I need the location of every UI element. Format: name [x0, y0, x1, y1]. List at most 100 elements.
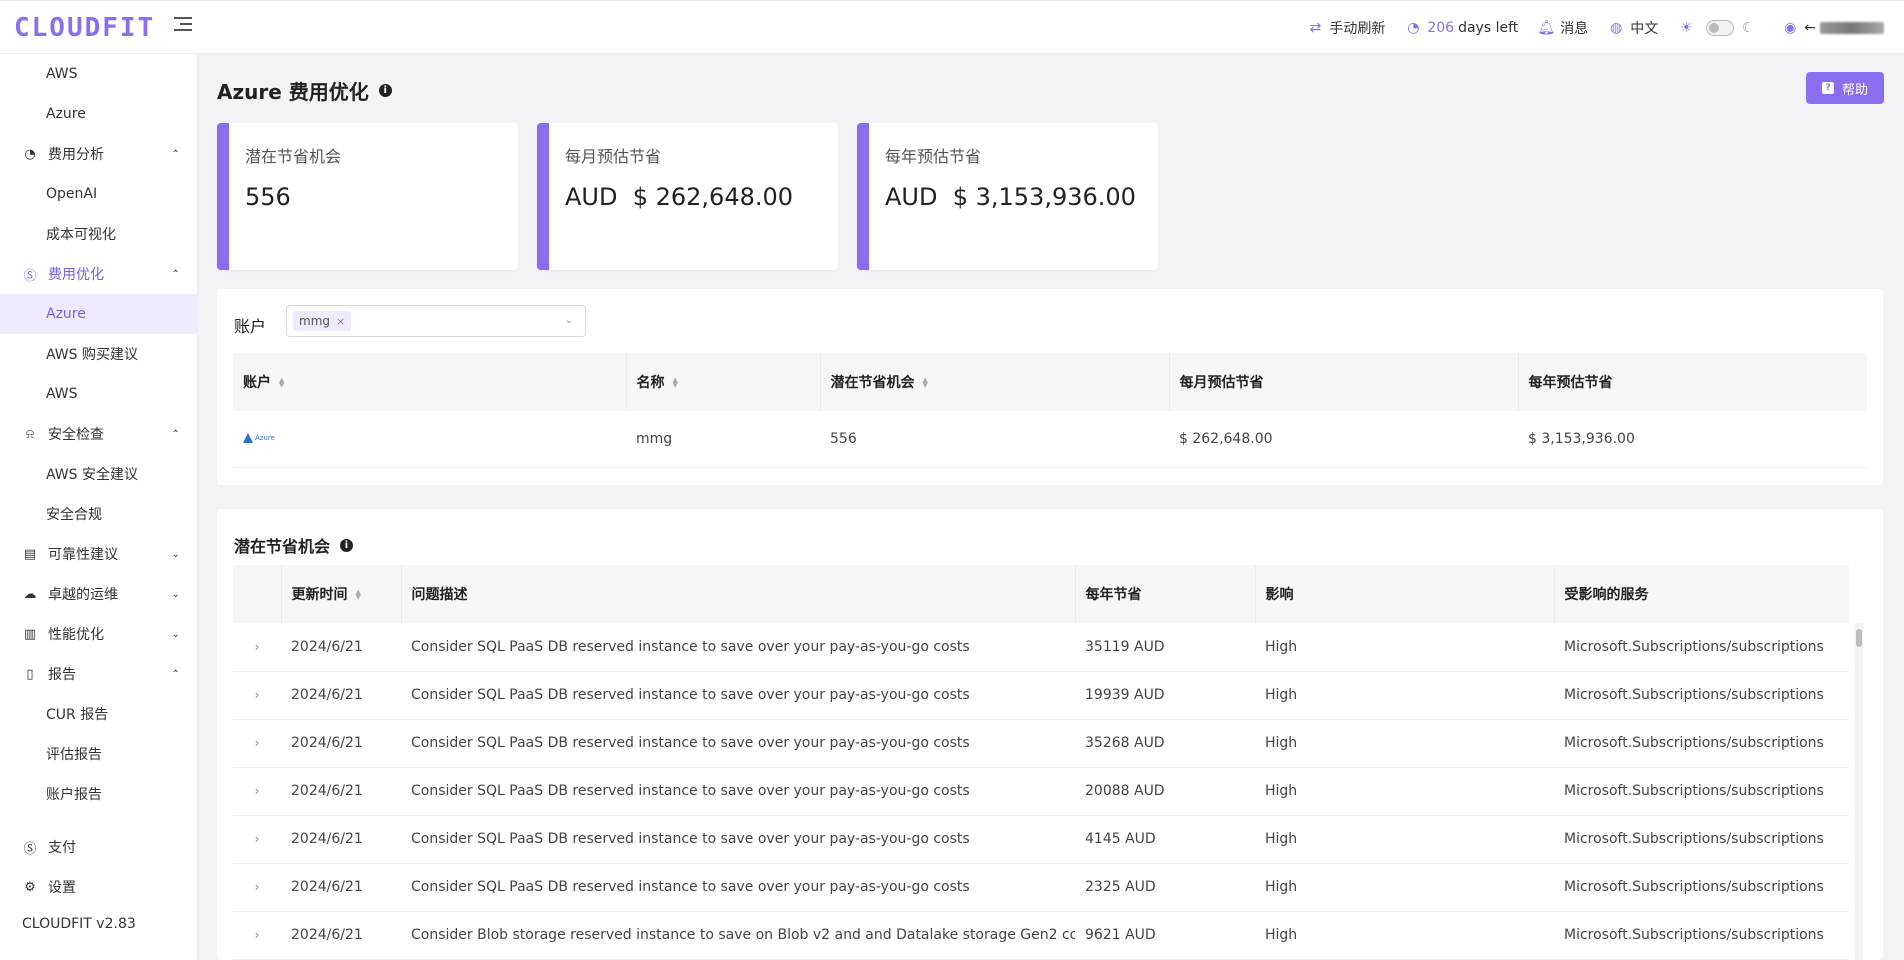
- user-menu[interactable]: ◉ ←: [1782, 20, 1884, 36]
- sidebar-item-cost-visualization[interactable]: 成本可视化: [0, 214, 198, 254]
- table-row[interactable]: › 2024/6/21 Consider SQL PaaS DB reserve…: [233, 719, 1849, 768]
- sidebar-item-label: 费用分析: [48, 147, 104, 163]
- sidebar-item-settings[interactable]: ⚙ 设置: [0, 867, 198, 907]
- impact-cell: High: [1255, 623, 1554, 672]
- sidebar-item-aws-purchase[interactable]: AWS 购买建议: [0, 334, 198, 374]
- azure-logo: Azure: [243, 432, 275, 443]
- column-header-service: 受影响的服务: [1554, 565, 1849, 623]
- manual-refresh-button[interactable]: ⇄ 手动刷新: [1307, 18, 1385, 38]
- table-row[interactable]: › 2024/6/21 Consider SQL PaaS DB reserve…: [233, 815, 1849, 864]
- sidebar-item-compliance[interactable]: 安全合规: [0, 494, 198, 534]
- sidebar-item-payment[interactable]: Ⓢ 支付: [0, 827, 198, 867]
- sidebar-group-performance[interactable]: ▥ 性能优化 ⌄: [0, 614, 198, 654]
- date-cell: 2024/6/21: [281, 671, 401, 720]
- help-button[interactable]: ? 帮助: [1806, 72, 1884, 104]
- header-label: 问题描述: [411, 587, 468, 603]
- description-cell: Consider Blob storage reserved instance …: [401, 911, 1075, 960]
- sidebar-item-aws-security[interactable]: AWS 安全建议: [0, 454, 198, 494]
- sidebar-group-operations[interactable]: ☁ 卓越的运维 ⌄: [0, 574, 198, 614]
- saving-cell: 35119 AUD: [1075, 623, 1255, 672]
- expand-row-icon[interactable]: ›: [233, 767, 281, 816]
- table-row[interactable]: › 2024/6/21 Consider SQL PaaS DB reserve…: [233, 767, 1849, 816]
- chevron-up-icon: ⌃: [171, 668, 180, 680]
- date-cell: 2024/6/21: [281, 911, 401, 960]
- sidebar-item-openai[interactable]: OpenAI: [0, 174, 198, 214]
- sort-icon[interactable]: ▲ ▼: [673, 377, 678, 389]
- date-cell: 2024/6/21: [281, 815, 401, 864]
- saving-cell: 9621 AUD: [1075, 911, 1255, 960]
- sort-icon[interactable]: ▲ ▼: [923, 377, 928, 389]
- column-header-yearly: 每年预估节省: [1518, 353, 1867, 411]
- sort-icon[interactable]: ▲ ▼: [279, 377, 284, 389]
- sidebar-group-cost-optimization[interactable]: Ⓢ 费用优化 ⌃: [0, 254, 198, 294]
- sidebar-group-cost-analysis[interactable]: ◔ 费用分析 ⌃: [0, 134, 198, 174]
- expand-row-icon[interactable]: ›: [233, 911, 281, 960]
- info-icon[interactable]: i: [340, 538, 354, 552]
- theme-switch[interactable]: ☀ ☾: [1678, 20, 1762, 36]
- table-row[interactable]: › 2024/6/21 Consider SQL PaaS DB reserve…: [233, 671, 1849, 720]
- column-header-yearly-saving: 每年节省: [1075, 565, 1256, 623]
- sort-icon[interactable]: ▲ ▼: [356, 589, 361, 601]
- card-value: AUD $ 262,648.00: [565, 183, 794, 211]
- question-icon: ?: [1821, 82, 1834, 94]
- column-header-updated[interactable]: 更新时间 ▲ ▼: [281, 565, 402, 623]
- sidebar-item-label: AWS 购买建议: [46, 347, 138, 363]
- table-row[interactable]: › 2024/6/21 Consider Blob storage reserv…: [233, 911, 1849, 960]
- sidebar-item-azure-optimization[interactable]: Azure: [0, 294, 198, 334]
- app-logo[interactable]: CLOUDFIT: [14, 13, 155, 43]
- sidebar-item-azure-cost[interactable]: Azure: [0, 94, 198, 134]
- app-version: CLOUDFIT v2.83: [22, 916, 136, 932]
- expand-row-icon[interactable]: ›: [233, 671, 281, 720]
- table-row[interactable]: › 2024/6/21 Consider SQL PaaS DB reserve…: [233, 863, 1849, 912]
- clock-icon: ◔: [1407, 20, 1420, 36]
- header-label: 账户: [243, 375, 271, 391]
- table-row[interactable]: › 2024/6/21 Consider SQL PaaS DB reserve…: [233, 623, 1849, 672]
- sidebar-item-cur-report[interactable]: CUR 报告: [0, 694, 198, 734]
- selected-account-tag: mmg ×: [293, 311, 352, 331]
- board-icon: ▥: [23, 626, 37, 642]
- sun-icon: ☀: [1679, 20, 1693, 36]
- chevron-down-icon: ⌄: [171, 548, 180, 560]
- sidebar-group-security[interactable]: ⍾ 安全检查 ⌃: [0, 414, 198, 454]
- header-label: 潜在节省机会: [830, 375, 915, 391]
- document-icon: ▯: [26, 666, 34, 682]
- messages-button[interactable]: 🔔︎ 消息: [1537, 18, 1588, 38]
- opportunities-table: 更新时间 ▲ ▼ 问题描述 每年节省 影响 受影响的服务 › 2024/6/21 C…: [233, 565, 1849, 960]
- language-switch[interactable]: ◍ 中文: [1608, 18, 1658, 38]
- info-icon[interactable]: i: [378, 84, 392, 97]
- license-days: ◔ 206 days left: [1405, 20, 1518, 36]
- sidebar-item-account-report[interactable]: 账户报告: [0, 774, 198, 814]
- column-header-account[interactable]: 账户 ▲ ▼: [233, 353, 627, 411]
- sidebar-item-aws-optimization[interactable]: AWS: [0, 374, 198, 414]
- refresh-label: 手动刷新: [1329, 21, 1386, 37]
- description-cell: Consider SQL PaaS DB reserved instance t…: [401, 815, 1075, 864]
- sidebar-item-aws-cost[interactable]: AWS: [0, 54, 198, 94]
- account-select[interactable]: mmg × ⌄: [286, 305, 586, 337]
- column-header-opportunities[interactable]: 潜在节省机会 ▲ ▼: [820, 353, 1170, 411]
- sidebar-item-assessment-report[interactable]: 评估报告: [0, 734, 198, 774]
- sidebar-group-reliability[interactable]: ▤ 可靠性建议 ⌄: [0, 534, 198, 574]
- scrollbar-thumb[interactable]: [1856, 629, 1862, 647]
- remove-tag-icon[interactable]: ×: [336, 315, 345, 328]
- saving-cell: 4145 AUD: [1075, 815, 1255, 864]
- sidebar-item-label: 成本可视化: [46, 227, 116, 243]
- opportunities-cell: 556: [820, 411, 1169, 468]
- menu-toggle-icon[interactable]: [174, 17, 192, 33]
- expand-row-icon[interactable]: ›: [233, 815, 281, 864]
- sidebar-group-reports[interactable]: ▯ 报告 ⌃: [0, 654, 198, 694]
- expand-row-icon[interactable]: ›: [233, 719, 281, 768]
- description-cell: Consider SQL PaaS DB reserved instance t…: [401, 863, 1075, 912]
- table-row[interactable]: Azure mmg 556 $ 262,648.00 $ 3,153,936.0…: [233, 411, 1867, 468]
- sidebar-item-label: Azure: [46, 306, 86, 322]
- impact-cell: High: [1255, 719, 1554, 768]
- user-name-redacted: [1820, 22, 1884, 34]
- table-scrollbar[interactable]: [1855, 623, 1863, 960]
- column-header-name[interactable]: 名称 ▲ ▼: [626, 353, 821, 411]
- saving-cell: 35268 AUD: [1075, 719, 1255, 768]
- expand-row-icon[interactable]: ›: [233, 863, 281, 912]
- theme-toggle[interactable]: [1706, 20, 1735, 36]
- name-cell: mmg: [626, 411, 820, 468]
- card-value: AUD $ 3,153,936.00: [885, 183, 1136, 211]
- expand-row-icon[interactable]: ›: [233, 623, 281, 672]
- service-cell: Microsoft.Subscriptions/subscriptions: [1554, 671, 1849, 720]
